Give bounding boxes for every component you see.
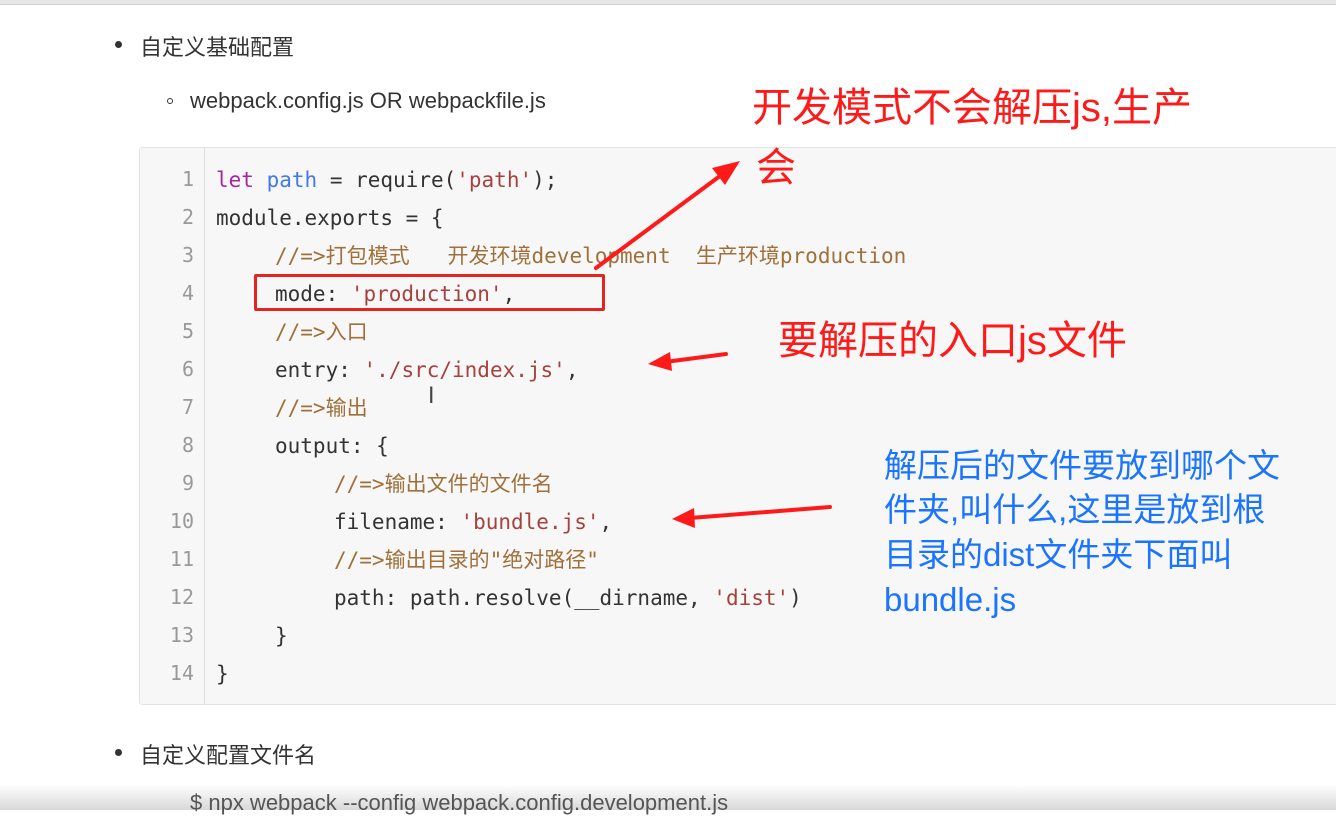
bullet-dot <box>115 749 122 756</box>
annotation-arrows <box>594 161 832 528</box>
arrow-mode-icon <box>594 161 740 270</box>
arrow-entry-icon <box>648 352 728 371</box>
bullet-item-custom-filename: 自定义配置文件名 <box>115 738 317 770</box>
arrow-output-icon <box>672 505 832 528</box>
sub-bullet-command: $ npx webpack --config webpack.config.de… <box>190 790 728 816</box>
sub-bullet-text: $ npx webpack --config webpack.config.de… <box>190 790 729 815</box>
bullet-text: 自定义配置文件名 <box>140 743 317 768</box>
